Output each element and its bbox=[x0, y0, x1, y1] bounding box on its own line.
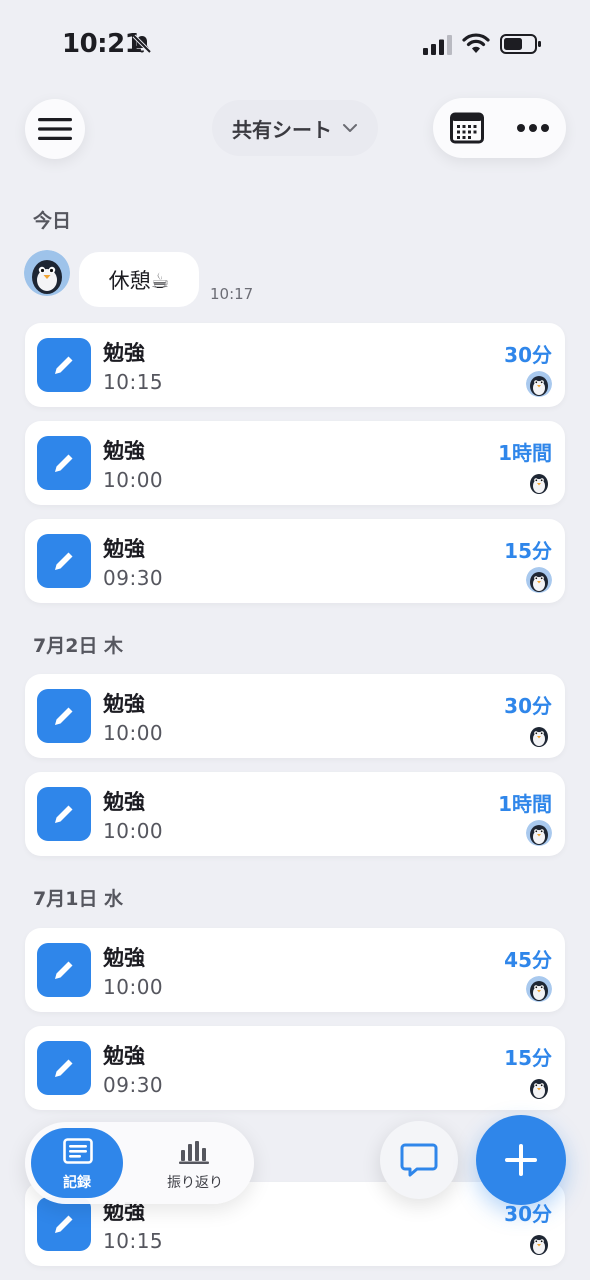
pencil-icon bbox=[37, 943, 91, 997]
record-card[interactable]: 勉強 09:30 15分 bbox=[25, 1026, 565, 1110]
record-card[interactable]: 勉強 10:00 30分 bbox=[25, 674, 565, 758]
signal-icon bbox=[423, 35, 452, 55]
avatar bbox=[526, 976, 552, 1002]
record-time: 10:15 bbox=[103, 370, 164, 394]
bell-slash-icon bbox=[132, 34, 152, 54]
list-icon bbox=[63, 1138, 93, 1164]
avatar bbox=[526, 820, 552, 846]
menu-button[interactable] bbox=[25, 99, 85, 159]
pencil-icon bbox=[37, 338, 91, 392]
record-title: 勉強 bbox=[103, 439, 145, 463]
record-card[interactable]: 勉強 09:30 15分 bbox=[25, 519, 565, 603]
wifi-icon bbox=[462, 33, 490, 53]
chevron-down-icon bbox=[343, 124, 357, 132]
calendar-icon[interactable] bbox=[450, 112, 484, 144]
message-time: 10:17 bbox=[210, 285, 254, 303]
app-screen: 10:21 共有シート 今日 休憩☕ 10:17 勉強 10:15 30分 勉強… bbox=[0, 0, 590, 1280]
bar-chart-icon bbox=[179, 1141, 209, 1164]
record-time: 09:30 bbox=[103, 566, 164, 590]
avatar bbox=[526, 1074, 552, 1100]
record-title: 勉強 bbox=[103, 946, 145, 970]
pencil-icon bbox=[37, 1041, 91, 1095]
pencil-icon bbox=[37, 534, 91, 588]
tab-records[interactable]: 記録 bbox=[31, 1128, 123, 1198]
record-duration: 30分 bbox=[504, 694, 552, 718]
record-title: 勉強 bbox=[103, 1044, 145, 1068]
section-label-jul-2: 7月2日 木 bbox=[33, 635, 124, 657]
hamburger-icon bbox=[38, 118, 72, 140]
add-record-button[interactable] bbox=[476, 1115, 566, 1205]
avatar bbox=[526, 1230, 552, 1256]
message-text: 休憩☕ bbox=[108, 268, 170, 293]
record-title: 勉強 bbox=[103, 692, 145, 716]
record-duration: 1時間 bbox=[498, 441, 552, 465]
sheet-title: 共有シート bbox=[232, 117, 332, 142]
status-bar: 10:21 bbox=[0, 0, 590, 90]
record-card[interactable]: 勉強 10:00 45分 bbox=[25, 928, 565, 1012]
sheet-selector[interactable]: 共有シート bbox=[212, 100, 378, 156]
avatar bbox=[526, 371, 552, 397]
avatar bbox=[526, 722, 552, 748]
section-label-today: 今日 bbox=[33, 210, 72, 232]
record-duration: 30分 bbox=[504, 343, 552, 367]
record-title: 勉強 bbox=[103, 790, 145, 814]
record-time: 10:15 bbox=[103, 1229, 164, 1253]
record-card[interactable]: 勉強 10:00 1時間 bbox=[25, 772, 565, 856]
header-actions bbox=[433, 98, 566, 158]
ellipsis-icon[interactable] bbox=[516, 123, 550, 133]
record-time: 10:00 bbox=[103, 819, 164, 843]
battery-icon bbox=[500, 34, 541, 54]
pencil-icon bbox=[37, 787, 91, 841]
record-time: 09:30 bbox=[103, 1073, 164, 1097]
tab-bar: 記録 振り返り bbox=[25, 1122, 254, 1204]
avatar bbox=[24, 250, 70, 296]
tab-review[interactable]: 振り返り bbox=[147, 1128, 243, 1198]
record-duration: 15分 bbox=[504, 1046, 552, 1070]
avatar bbox=[526, 469, 552, 495]
avatar bbox=[526, 567, 552, 593]
record-time: 10:00 bbox=[103, 975, 164, 999]
plus-icon bbox=[505, 1144, 537, 1176]
speech-bubble-icon bbox=[400, 1143, 438, 1177]
record-duration: 45分 bbox=[504, 948, 552, 972]
pencil-icon bbox=[37, 436, 91, 490]
message-bubble[interactable]: 休憩☕ bbox=[79, 252, 199, 307]
pencil-icon bbox=[37, 689, 91, 743]
tab-records-label: 記録 bbox=[63, 1175, 91, 1191]
pencil-icon bbox=[37, 1197, 91, 1251]
record-time: 10:00 bbox=[103, 721, 164, 745]
record-duration: 15分 bbox=[504, 539, 552, 563]
record-time: 10:00 bbox=[103, 468, 164, 492]
tab-review-label: 振り返り bbox=[167, 1175, 223, 1191]
record-title: 勉強 bbox=[103, 341, 145, 365]
chat-button[interactable] bbox=[380, 1121, 458, 1199]
section-label-jul-1: 7月1日 水 bbox=[33, 888, 124, 910]
record-card[interactable]: 勉強 10:15 30分 bbox=[25, 323, 565, 407]
record-duration: 1時間 bbox=[498, 792, 552, 816]
record-title: 勉強 bbox=[103, 537, 145, 561]
record-card[interactable]: 勉強 10:00 1時間 bbox=[25, 421, 565, 505]
